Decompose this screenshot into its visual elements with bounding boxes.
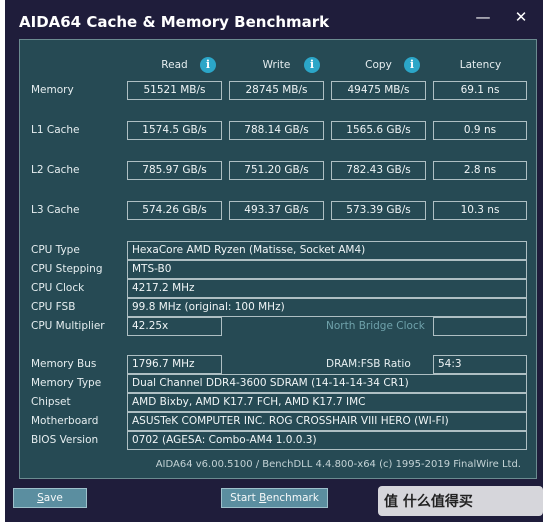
- chipset-value: AMD Bixby, AMD K17.7 FCH, AMD K17.7 IMC: [127, 393, 527, 412]
- cpu-type-label: CPU Type: [31, 244, 80, 256]
- bios-version-label: BIOS Version: [31, 434, 99, 446]
- memory-copy-value: 49475 MB/s: [331, 81, 426, 100]
- l2-copy-value: 782.43 GB/s: [331, 161, 426, 180]
- l2-cache-label: L2 Cache: [31, 164, 80, 176]
- memory-label: Memory: [31, 84, 74, 96]
- start-benchmark-button[interactable]: Start Benchmark: [221, 488, 328, 508]
- bios-version-value: 0702 (AGESA: Combo-AM4 1.0.0.3): [127, 431, 527, 450]
- dram-fsb-ratio-value: 54:3: [433, 355, 527, 374]
- cpu-clock-value: 4217.2 MHz: [127, 279, 527, 298]
- chipset-label: Chipset: [31, 396, 71, 408]
- l2-latency-value: 2.8 ns: [433, 161, 527, 180]
- start-label: Start: [230, 492, 260, 504]
- l2-write-value: 751.20 GB/s: [229, 161, 324, 180]
- benchmark-label: enchmark: [266, 492, 319, 504]
- l3-read-value: 574.26 GB/s: [127, 201, 222, 220]
- version-footer: AIDA64 v6.00.5100 / BenchDLL 4.4.800-x64…: [155, 459, 521, 470]
- save-hotkey: S: [37, 492, 44, 504]
- write-info-icon[interactable]: i: [304, 57, 320, 73]
- benchmark-window: AIDA64 Cache & Memory Benchmark — ✕ Read…: [5, 0, 543, 522]
- l2-read-value: 785.97 GB/s: [127, 161, 222, 180]
- north-bridge-clock-value: [433, 317, 527, 336]
- minimize-button[interactable]: —: [473, 8, 493, 26]
- memory-type-value: Dual Channel DDR4-3600 SDRAM (14-14-14-3…: [127, 374, 527, 393]
- cpu-fsb-label: CPU FSB: [31, 301, 76, 313]
- cpu-clock-label: CPU Clock: [31, 282, 85, 294]
- save-label: ave: [43, 492, 63, 504]
- l3-latency-value: 10.3 ns: [433, 201, 527, 220]
- memory-read-value: 51521 MB/s: [127, 81, 222, 100]
- l1-read-value: 1574.5 GB/s: [127, 121, 222, 140]
- l1-cache-label: L1 Cache: [31, 124, 80, 136]
- window-title: AIDA64 Cache & Memory Benchmark: [19, 13, 330, 31]
- watermark-text: 值 什么值得买: [384, 494, 473, 510]
- copy-info-icon[interactable]: i: [404, 57, 420, 73]
- memory-bus-value: 1796.7 MHz: [127, 355, 222, 374]
- cpu-multiplier-label: CPU Multiplier: [31, 320, 105, 332]
- cpu-stepping-label: CPU Stepping: [31, 263, 103, 275]
- l3-write-value: 493.37 GB/s: [229, 201, 324, 220]
- cpu-fsb-value: 99.8 MHz (original: 100 MHz): [127, 298, 527, 317]
- cpu-stepping-value: MTS-B0: [127, 260, 527, 279]
- header-latency: Latency: [459, 59, 502, 71]
- motherboard-value: ASUSTeK COMPUTER INC. ROG CROSSHAIR VIII…: [127, 412, 527, 431]
- save-button[interactable]: Save: [13, 488, 87, 508]
- memory-write-value: 28745 MB/s: [229, 81, 324, 100]
- l1-copy-value: 1565.6 GB/s: [331, 121, 426, 140]
- memory-latency-value: 69.1 ns: [433, 81, 527, 100]
- l1-latency-value: 0.9 ns: [433, 121, 527, 140]
- close-button[interactable]: ✕: [511, 8, 531, 26]
- cpu-multiplier-value: 42.25x: [127, 317, 222, 336]
- results-panel: Read i Write i Copy i Latency Memory 515…: [19, 39, 537, 479]
- l3-copy-value: 573.39 GB/s: [331, 201, 426, 220]
- motherboard-label: Motherboard: [31, 415, 99, 427]
- memory-type-label: Memory Type: [31, 377, 102, 389]
- watermark-logo: 值 什么值得买: [378, 486, 543, 516]
- dram-fsb-ratio-label: DRAM:FSB Ratio: [326, 358, 411, 370]
- l3-cache-label: L3 Cache: [31, 204, 80, 216]
- memory-bus-label: Memory Bus: [31, 358, 97, 370]
- l1-write-value: 788.14 GB/s: [229, 121, 324, 140]
- read-info-icon[interactable]: i: [200, 57, 216, 73]
- north-bridge-clock-label: North Bridge Clock: [326, 320, 425, 332]
- cpu-type-value: HexaCore AMD Ryzen (Matisse, Socket AM4): [127, 241, 527, 260]
